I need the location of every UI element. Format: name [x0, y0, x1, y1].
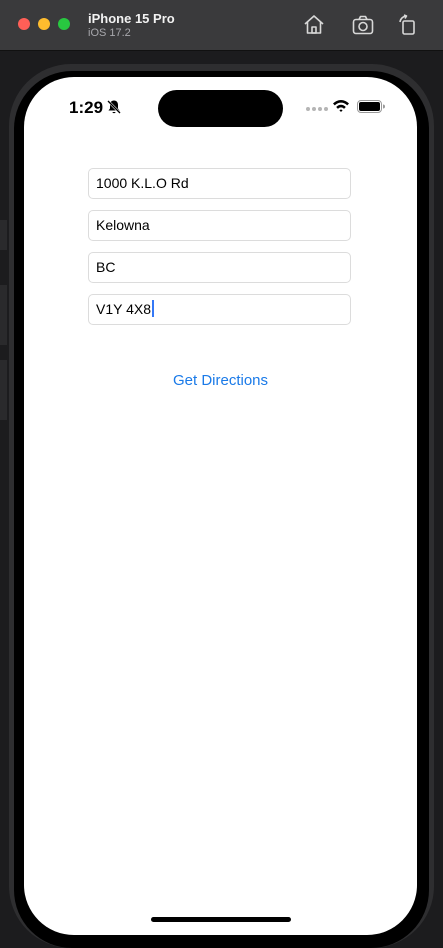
rotate-icon[interactable] [396, 13, 420, 37]
status-time: 1:29 [69, 98, 104, 117]
city-value: Kelowna [96, 217, 150, 233]
battery-icon [357, 100, 385, 113]
zoom-window-button[interactable] [58, 18, 70, 30]
close-window-button[interactable] [18, 18, 30, 30]
minimize-window-button[interactable] [38, 18, 50, 30]
text-cursor [152, 300, 155, 317]
simulator-window: iPhone 15 Pro iOS 17.2 1:29 1000 K.L.O R… [0, 0, 443, 948]
device-name: iPhone 15 Pro [88, 11, 175, 26]
phone-screen: 1:29 1000 K.L.O Rd Kelowna BC V1Y 4X8 Ge… [24, 77, 417, 935]
backdrop-sliver [0, 285, 7, 345]
postal-code-field[interactable]: V1Y 4X8 [88, 294, 351, 325]
os-version: iOS 17.2 [88, 27, 131, 39]
dynamic-island [158, 90, 283, 127]
get-directions-button[interactable]: Get Directions [24, 372, 417, 389]
home-icon[interactable] [302, 13, 326, 37]
city-field[interactable]: Kelowna [88, 210, 351, 241]
province-value: BC [96, 259, 116, 275]
street-address-value: 1000 K.L.O Rd [96, 175, 189, 191]
province-field[interactable]: BC [88, 252, 351, 283]
wifi-icon [332, 99, 350, 113]
bell-slash-icon [106, 99, 122, 115]
street-address-field[interactable]: 1000 K.L.O Rd [88, 168, 351, 199]
simulator-titlebar: iPhone 15 Pro iOS 17.2 [0, 0, 443, 51]
home-indicator[interactable] [151, 917, 291, 922]
backdrop-sliver [0, 360, 7, 420]
postal-code-value: V1Y 4X8 [96, 301, 152, 317]
cellular-dots-icon [306, 107, 328, 111]
backdrop-sliver [0, 220, 7, 250]
screenshot-icon[interactable] [351, 13, 375, 37]
